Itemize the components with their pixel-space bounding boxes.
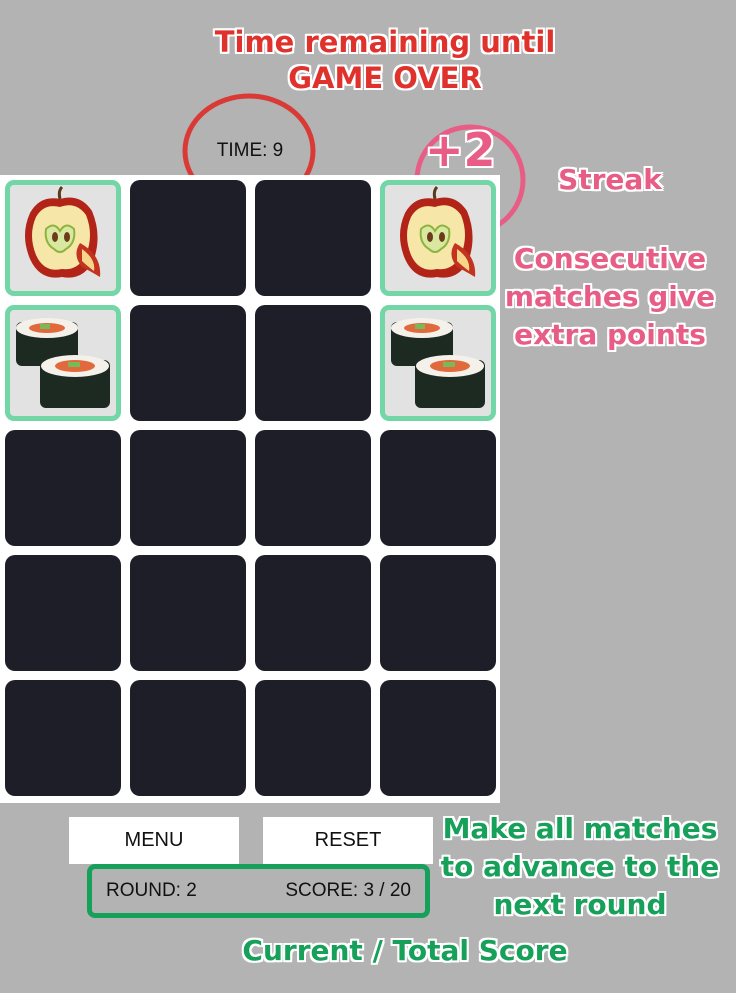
card-face-down[interactable]: [380, 555, 496, 671]
sushi-roll-icon: [16, 318, 110, 408]
apple-slice-icon: [400, 185, 476, 278]
card-face-down[interactable]: [5, 555, 121, 671]
card-face-down[interactable]: [255, 555, 371, 671]
streak-desc-line2: matches give: [504, 280, 716, 313]
advance-line3: next round: [493, 888, 667, 921]
card-apple[interactable]: [5, 180, 121, 296]
streak-description: Consecutive matches give extra points: [500, 240, 720, 354]
card-face-down[interactable]: [5, 430, 121, 546]
card-face-down[interactable]: [130, 680, 246, 796]
sushi-roll-icon: [391, 318, 485, 408]
card-sushi[interactable]: [5, 305, 121, 421]
time-annotation: Time remaining until GAME OVER: [200, 24, 570, 96]
score-annotation: Current / Total Score: [242, 934, 568, 967]
card-face-down[interactable]: [380, 430, 496, 546]
streak-value: +2: [425, 123, 496, 177]
score-display: SCORE: 3 / 20: [285, 880, 411, 901]
card-face-down[interactable]: [255, 180, 371, 296]
card-face-down[interactable]: [130, 305, 246, 421]
reset-button[interactable]: RESET: [263, 817, 433, 864]
card-face-down[interactable]: [5, 680, 121, 796]
card-face-down[interactable]: [130, 430, 246, 546]
round-display: ROUND: 2: [106, 880, 197, 901]
card-sushi[interactable]: [380, 305, 496, 421]
advance-annotation: Make all matches to advance to the next …: [440, 810, 720, 924]
streak-label: Streak: [558, 163, 662, 196]
card-face-down[interactable]: [255, 305, 371, 421]
card-face-down[interactable]: [380, 680, 496, 796]
advance-line1: Make all matches: [442, 812, 718, 845]
card-face-down[interactable]: [130, 180, 246, 296]
time-annotation-line1: Time remaining until: [214, 25, 556, 59]
status-bar: ROUND: 2 SCORE: 3 / 20: [87, 864, 430, 918]
card-apple[interactable]: [380, 180, 496, 296]
apple-slice-icon: [25, 185, 101, 278]
card-face-down[interactable]: [255, 430, 371, 546]
card-face-down[interactable]: [130, 555, 246, 671]
card-grid: [0, 175, 500, 803]
card-face-down[interactable]: [255, 680, 371, 796]
time-display: TIME: 9: [216, 140, 284, 161]
streak-desc-line1: Consecutive: [513, 242, 707, 275]
streak-desc-line3: extra points: [514, 318, 706, 351]
menu-button[interactable]: MENU: [69, 817, 239, 864]
time-annotation-line2: GAME OVER: [288, 61, 482, 95]
advance-line2: to advance to the: [440, 850, 720, 883]
